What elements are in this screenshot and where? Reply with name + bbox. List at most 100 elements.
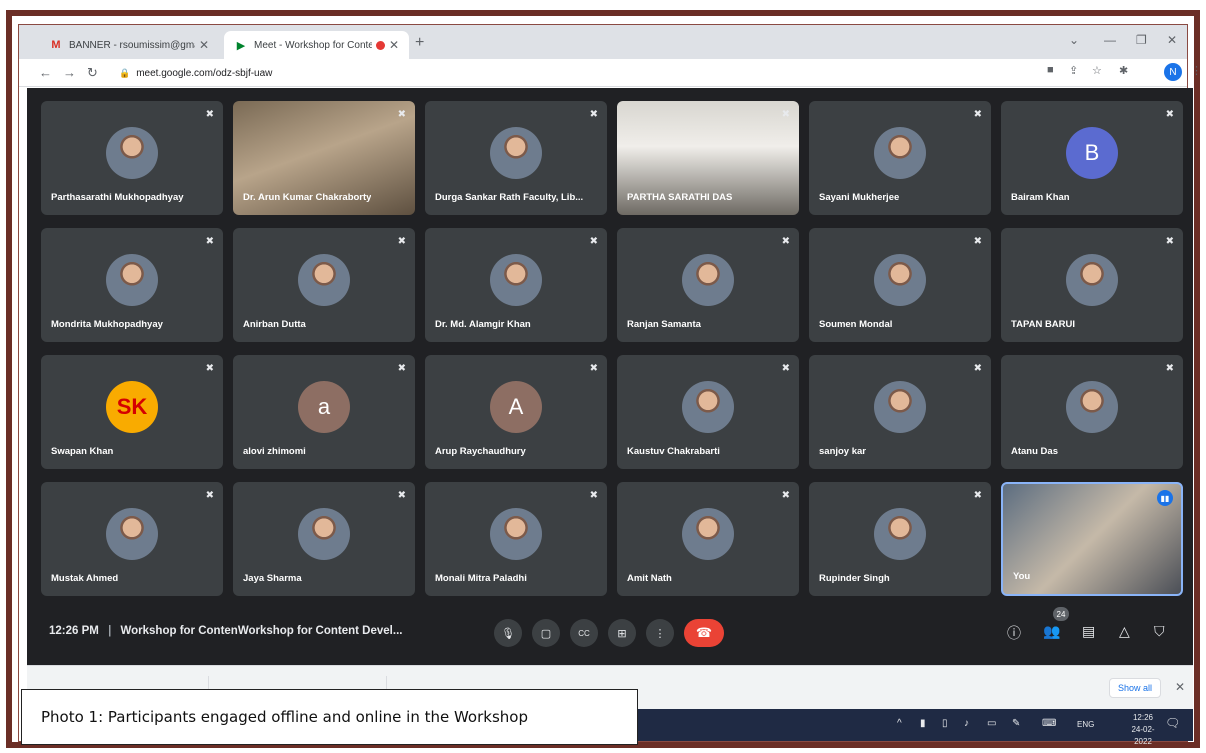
participant-tile[interactable]: ✖ Mustak Ahmed <box>41 482 223 596</box>
mic-off-icon: ✖ <box>589 109 598 120</box>
language-indicator[interactable]: ENG <box>1077 720 1094 729</box>
participant-tile[interactable]: ✖ Rupinder Singh <box>809 482 991 596</box>
participant-tile[interactable]: ✖ Monali Mitra Paladhi <box>425 482 607 596</box>
system-clock[interactable]: 12:26 24-02-2022 <box>1123 712 1163 748</box>
participant-tile[interactable]: ✖ Ranjan Samanta <box>617 228 799 342</box>
camera-button[interactable]: ▢ <box>532 619 560 647</box>
mic-off-icon: ✖ <box>397 363 406 374</box>
participant-tile[interactable]: SK ✖ Swapan Khan <box>41 355 223 469</box>
avatar: SK <box>106 381 158 433</box>
participant-name: Dr. Md. Alamgir Khan <box>435 319 531 330</box>
participant-tile[interactable]: A ✖ Arup Raychaudhury <box>425 355 607 469</box>
participant-tile[interactable]: a ✖ alovi zhimomi <box>233 355 415 469</box>
camera-indicator-icon[interactable]: ■ <box>1047 64 1054 76</box>
participant-tile[interactable]: ✖ Dr. Arun Kumar Chakraborty <box>233 101 415 215</box>
new-tab-icon[interactable]: + <box>415 34 424 52</box>
close-icon[interactable]: ✕ <box>389 38 399 52</box>
usb-icon[interactable]: ▮ <box>920 718 926 729</box>
avatar <box>874 127 926 179</box>
url-field[interactable]: 🔒 meet.google.com/odz-sbjf-uaw <box>119 63 1019 83</box>
avatar <box>106 254 158 306</box>
share-icon[interactable]: ⇪ <box>1069 64 1078 77</box>
extensions-icon[interactable]: ✱ <box>1119 64 1128 77</box>
participant-name: Dr. Arun Kumar Chakraborty <box>243 192 372 203</box>
participant-tile[interactable]: ✖ Durga Sankar Rath Faculty, Lib... <box>425 101 607 215</box>
tab-title: BANNER - rsoumissim@gmail.c <box>69 39 195 51</box>
avatar <box>874 381 926 433</box>
participant-tile[interactable]: B ✖ Bairam Khan <box>1001 101 1183 215</box>
keyboard-icon[interactable]: ⌨ <box>1042 718 1056 729</box>
chevron-up-icon[interactable]: ^ <box>897 718 902 729</box>
address-bar: ← → ↻ 🔒 meet.google.com/odz-sbjf-uaw ■ ⇪… <box>19 59 1202 87</box>
present-icon: ⊞ <box>617 627 627 640</box>
host-controls-icon[interactable]: ⛉ <box>1154 623 1165 640</box>
participant-tile[interactable]: ▮▮ You <box>1001 482 1183 596</box>
participant-tile[interactable]: ✖ Dr. Md. Alamgir Khan <box>425 228 607 342</box>
activities-icon[interactable]: △ <box>1119 623 1130 640</box>
meeting-controls-bar: 12:26 PM | Workshop for ContenWorkshop f… <box>27 607 1193 653</box>
mic-button[interactable]: 🎙 <box>494 619 522 647</box>
close-window-icon[interactable]: ✕ <box>1167 33 1177 47</box>
close-icon[interactable]: ✕ <box>199 38 209 52</box>
participant-tile[interactable]: ✖ Kaustuv Chakrabarti <box>617 355 799 469</box>
participant-tile[interactable]: ✖ sanjoy kar <box>809 355 991 469</box>
mic-off-icon: ✖ <box>973 236 982 247</box>
mic-off-icon: ✖ <box>397 109 406 120</box>
participant-tile[interactable]: ✖ Parthasarathi Mukhopadhyay <box>41 101 223 215</box>
battery-icon[interactable]: ▯ <box>942 718 948 729</box>
avatar <box>490 508 542 560</box>
chat-icon[interactable]: ▤ <box>1082 623 1095 640</box>
reload-icon[interactable]: ↻ <box>87 65 98 81</box>
show-all-button[interactable]: Show all <box>1109 678 1162 698</box>
minimize-icon[interactable]: — <box>1104 33 1116 47</box>
tab-search-icon[interactable]: ⌄ <box>1069 33 1079 47</box>
participant-tile[interactable]: ✖ PARTHA SARATHI DAS <box>617 101 799 215</box>
people-icon[interactable]: 👥 <box>1043 623 1060 640</box>
participant-tile[interactable]: ✖ Anirban Dutta <box>233 228 415 342</box>
tab-meet[interactable]: ▶ Meet - Workshop for Conten ✕ <box>224 31 409 59</box>
mic-off-icon: ✖ <box>973 363 982 374</box>
participant-tile[interactable]: ✖ Atanu Das <box>1001 355 1183 469</box>
participant-name: Jaya Sharma <box>243 573 302 584</box>
participant-name: sanjoy kar <box>819 446 866 457</box>
photo-frame: M BANNER - rsoumissim@gmail.c ✕ ▶ Meet -… <box>0 0 1206 753</box>
menu-icon[interactable]: ⋮ <box>1191 64 1202 77</box>
back-icon[interactable]: ← <box>39 65 52 80</box>
tab-gmail[interactable]: M BANNER - rsoumissim@gmail.c ✕ <box>39 31 219 59</box>
participant-name: Durga Sankar Rath Faculty, Lib... <box>435 192 584 203</box>
forward-icon[interactable]: → <box>63 65 76 80</box>
avatar <box>1066 381 1118 433</box>
participant-name: Atanu Das <box>1011 446 1058 457</box>
more-options-button[interactable]: ⋮ <box>646 619 674 647</box>
volume-icon[interactable]: ♪ <box>964 718 969 729</box>
close-icon[interactable]: ✕ <box>1175 680 1185 694</box>
participant-tile[interactable]: ✖ Amit Nath <box>617 482 799 596</box>
participant-tile[interactable]: ✖ Sayani Mukherjee <box>809 101 991 215</box>
participant-name: TAPAN BARUI <box>1011 319 1076 330</box>
avatar <box>298 508 350 560</box>
participant-tile[interactable]: ✖ Soumen Mondal <box>809 228 991 342</box>
leave-call-button[interactable]: ☎ <box>684 619 724 647</box>
clock-time: 12:26 <box>1132 713 1154 722</box>
notifications-icon[interactable]: 🗨 <box>1165 716 1180 730</box>
pen-icon[interactable]: ✎ <box>1012 718 1020 729</box>
info-icon[interactable]: ⓘ <box>1007 623 1021 643</box>
participant-tile[interactable]: ✖ Jaya Sharma <box>233 482 415 596</box>
mic-off-icon: ✖ <box>205 236 214 247</box>
restore-icon[interactable]: ❐ <box>1136 33 1147 47</box>
participant-tile[interactable]: ✖ Mondrita Mukhopadhyay <box>41 228 223 342</box>
star-icon[interactable]: ☆ <box>1092 64 1102 77</box>
network-icon[interactable]: ▭ <box>987 718 996 729</box>
more-icon: ⋮ <box>654 627 666 640</box>
camera-icon: ▢ <box>540 627 552 640</box>
captions-icon: CC <box>578 628 590 638</box>
participant-name: Bairam Khan <box>1011 192 1070 203</box>
mic-off-icon: ✖ <box>781 109 790 120</box>
profile-avatar[interactable]: N <box>1164 63 1182 81</box>
avatar <box>874 508 926 560</box>
present-button[interactable]: ⊞ <box>608 619 636 647</box>
participant-name: Kaustuv Chakrabarti <box>627 446 720 457</box>
captions-button[interactable]: CC <box>570 619 598 647</box>
participant-name: Parthasarathi Mukhopadhyay <box>51 192 184 203</box>
participant-tile[interactable]: ✖ TAPAN BARUI <box>1001 228 1183 342</box>
